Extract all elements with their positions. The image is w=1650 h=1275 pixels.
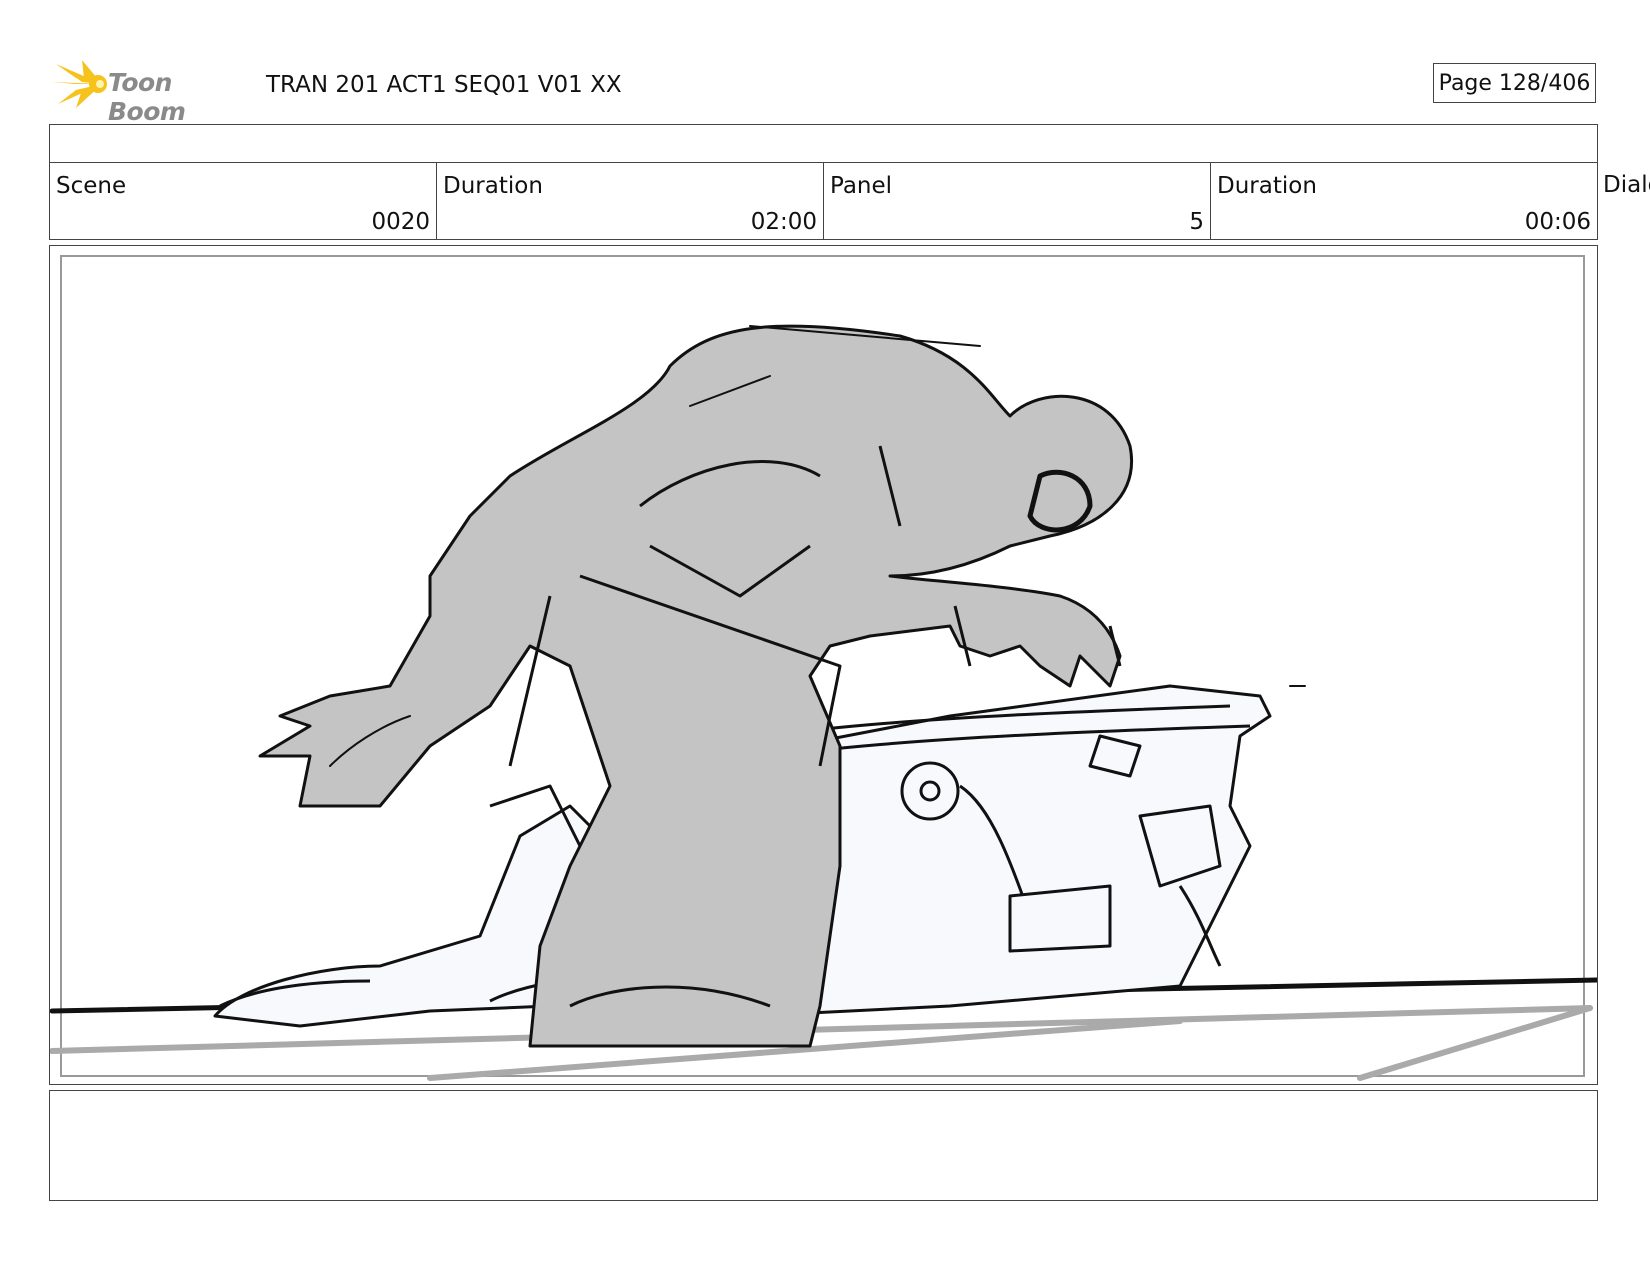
page-number: Page 128/406 [1433, 63, 1596, 103]
dialog-label: Dialo [1603, 172, 1650, 198]
scene-value: 0020 [371, 209, 430, 235]
document-title: TRAN 201 ACT1 SEQ01 V01 XX [266, 72, 622, 98]
panel-duration-value: 00:06 [1524, 209, 1591, 235]
scene-cell: Scene 0020 [50, 163, 437, 239]
notes-box [49, 1090, 1598, 1201]
storyboard-panel [49, 245, 1598, 1085]
logo-text: Toon Boom [108, 68, 186, 126]
panel-value: 5 [1189, 209, 1204, 235]
panel-duration-cell: Duration 00:06 [1211, 163, 1597, 239]
storyboard-sketch-icon [50, 255, 1597, 1081]
header-strip [49, 124, 1598, 163]
scene-duration-label: Duration [443, 173, 543, 199]
panel-label: Panel [830, 173, 893, 199]
starburst-icon [52, 60, 107, 108]
info-row: Scene 0020 Duration 02:00 Panel 5 Durati… [49, 162, 1598, 240]
toon-boom-logo: Toon Boom [52, 58, 252, 126]
scene-duration-value: 02:00 [750, 209, 817, 235]
scene-duration-cell: Duration 02:00 [437, 163, 824, 239]
scene-label: Scene [56, 173, 127, 199]
panel-cell: Panel 5 [824, 163, 1211, 239]
panel-duration-label: Duration [1217, 173, 1317, 199]
